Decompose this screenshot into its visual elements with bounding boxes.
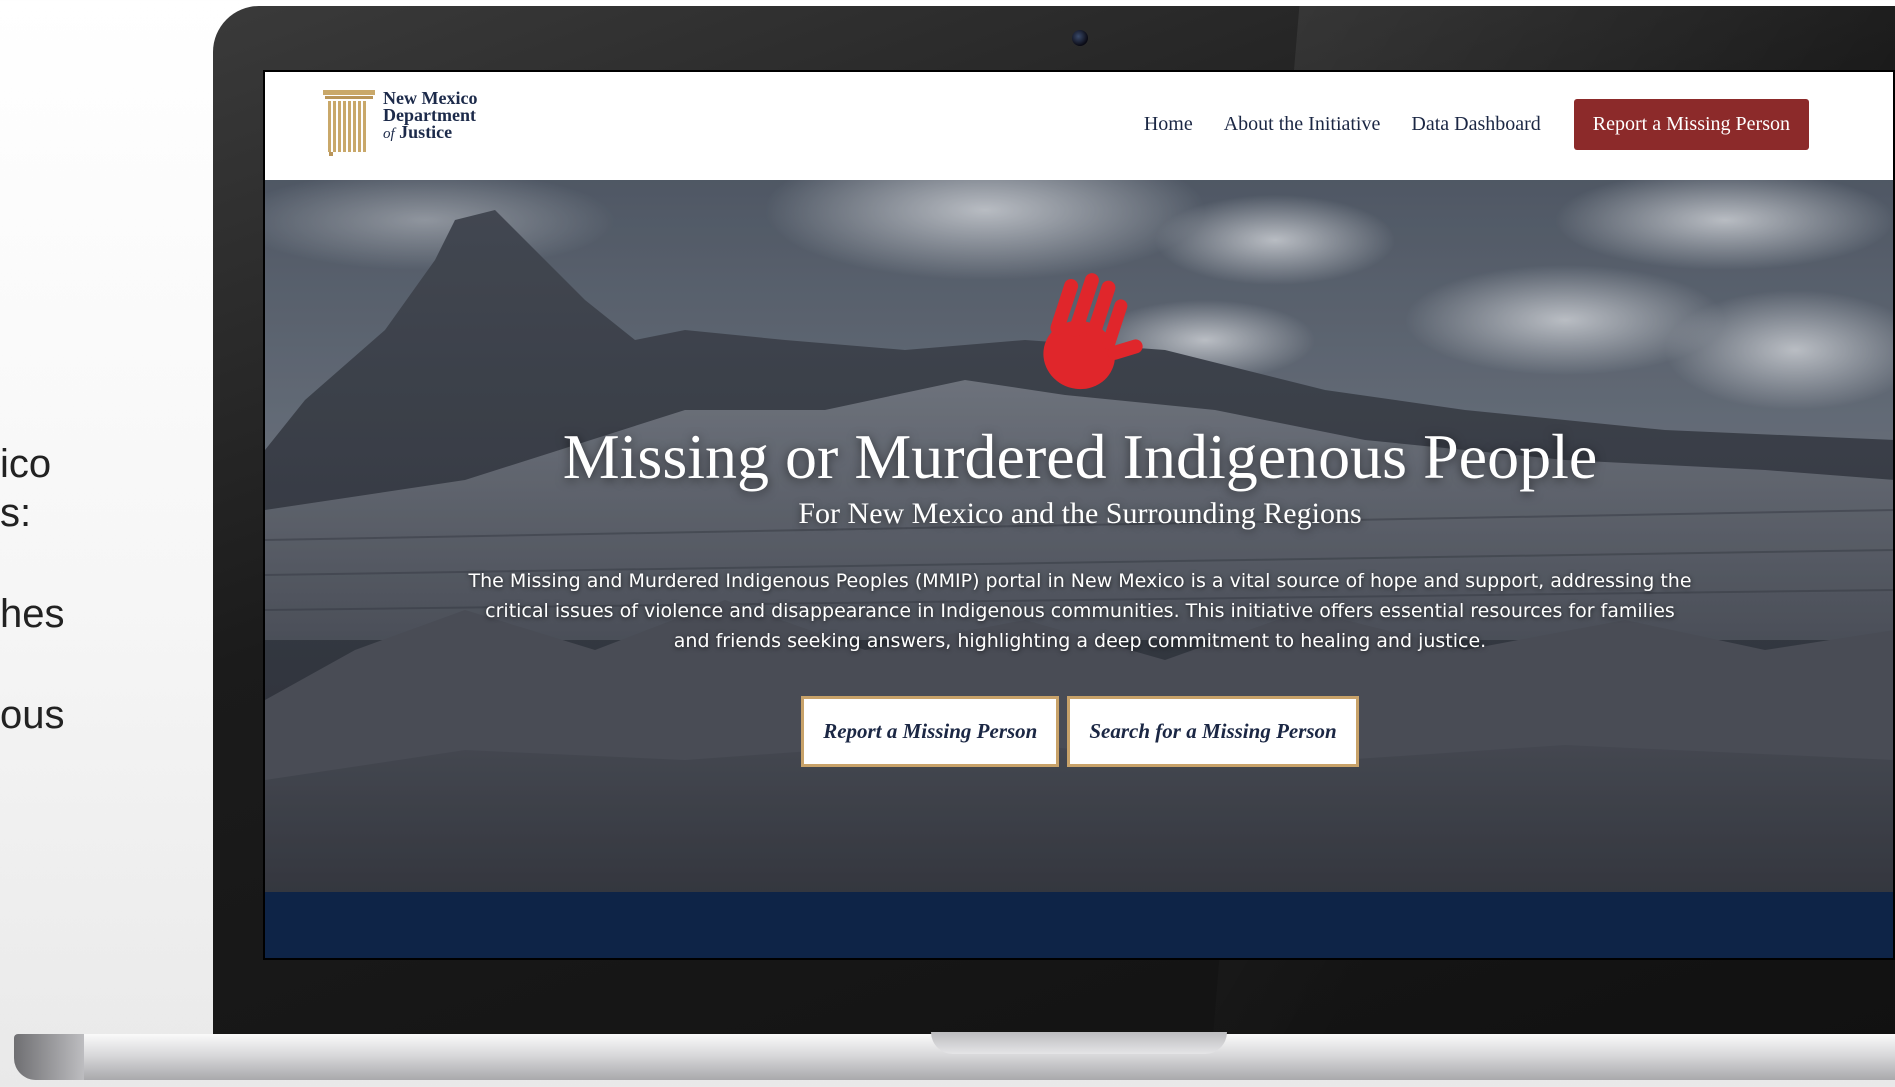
pillars-icon [323, 90, 375, 156]
hero-buttons: Report a Missing Person Search for a Mis… [265, 696, 1895, 767]
hero-section: Missing or Murdered Indigenous People Fo… [265, 180, 1895, 892]
hero-title: Missing or Murdered Indigenous People [562, 421, 1598, 492]
laptop-notch [931, 1032, 1227, 1054]
slide-text-line: s: [0, 491, 32, 535]
slide-text-line: ico [0, 442, 52, 486]
report-missing-person-button[interactable]: Report a Missing Person [1573, 99, 1809, 150]
background-slide-text: ico s: hes ous [0, 440, 100, 740]
hero-description: The Missing and Murdered Indigenous Peop… [468, 570, 1692, 652]
nav-data-dashboard[interactable]: Data Dashboard [1411, 113, 1540, 136]
logo-of: of [383, 126, 395, 142]
hero-subtitle: For New Mexico and the Surrounding Regio… [798, 497, 1362, 530]
main-nav: Home About the Initiative Data Dashboard… [1144, 99, 1895, 150]
hero-search-missing-person-button[interactable]: Search for a Missing Person [1067, 696, 1359, 767]
hero-report-missing-person-button[interactable]: Report a Missing Person [801, 696, 1060, 767]
nav-about-initiative[interactable]: About the Initiative [1224, 113, 1381, 136]
navy-footer-band [265, 892, 1895, 958]
slide-text-line: hes [0, 592, 65, 636]
site-header: New Mexico Department of Justice Home Ab… [265, 72, 1895, 180]
logo-justice: Justice [399, 122, 453, 142]
logo-line-3: of Justice [383, 122, 477, 143]
laptop-screen: New Mexico Department of Justice Home Ab… [265, 72, 1895, 958]
nav-home[interactable]: Home [1144, 113, 1193, 136]
logo-wordmark: New Mexico Department of Justice [383, 89, 477, 143]
nmdoj-logo[interactable]: New Mexico Department of Justice [323, 89, 477, 156]
red-handprint-icon [1043, 273, 1143, 390]
slide-text-line: ous [0, 693, 65, 737]
webcam-icon [1072, 30, 1088, 46]
